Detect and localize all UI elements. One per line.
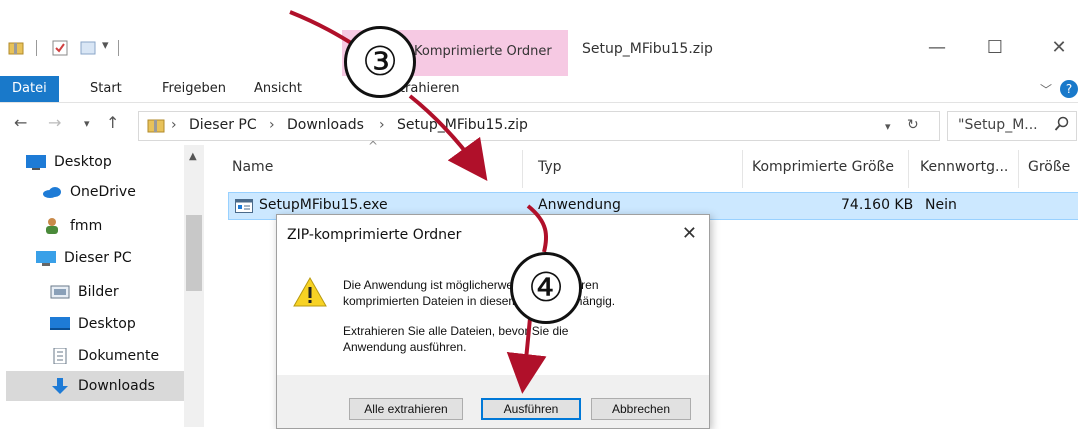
arrow-callout-4-to-run — [506, 317, 547, 394]
step-3-callout: ③ — [344, 26, 416, 98]
step-4-callout: ④ — [510, 252, 582, 324]
arrow-to-callout-4 — [526, 204, 548, 253]
arrow-to-callout-3 — [289, 10, 358, 48]
arrow-callout-3-to-file — [408, 94, 488, 181]
annotation-arrows — [289, 10, 548, 394]
